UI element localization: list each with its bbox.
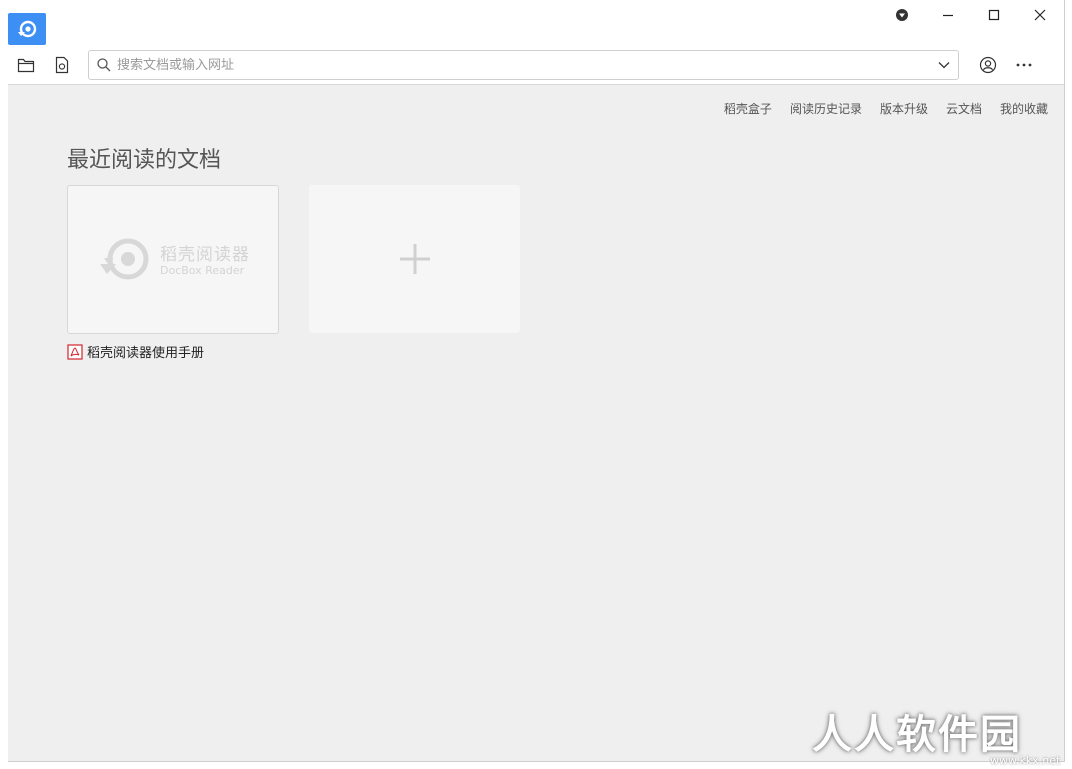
minimize-icon bbox=[943, 14, 953, 17]
app-logo-glyph bbox=[18, 20, 37, 38]
thumbnail-title-en: DocBox Reader bbox=[160, 264, 245, 277]
close-icon bbox=[1034, 9, 1046, 21]
toolbar bbox=[8, 45, 1064, 85]
plus-icon bbox=[399, 244, 430, 274]
maximize-icon bbox=[988, 9, 1000, 21]
section-title: 最近阅读的文档 bbox=[67, 148, 222, 173]
top-nav: 稻壳盒子 阅读历史记录 版本升级 云文档 我的收藏 bbox=[706, 100, 1048, 117]
account-button[interactable] bbox=[976, 53, 1000, 77]
nav-link-history[interactable]: 阅读历史记录 bbox=[790, 100, 862, 117]
open-folder-button[interactable] bbox=[14, 53, 38, 77]
nav-link-favorites[interactable]: 我的收藏 bbox=[1000, 100, 1048, 117]
doc-thumbnail: 稻壳阅读器 DocBox Reader bbox=[98, 234, 258, 286]
add-document-button[interactable] bbox=[309, 185, 520, 333]
watermark-text: 人人软件园 bbox=[812, 712, 1022, 758]
nav-link-upgrade[interactable]: 版本升级 bbox=[880, 100, 928, 117]
maximize-button[interactable] bbox=[982, 3, 1006, 27]
nav-link-docbox[interactable]: 稻壳盒子 bbox=[724, 100, 772, 117]
search-box[interactable] bbox=[88, 50, 959, 80]
close-button[interactable] bbox=[1028, 3, 1052, 27]
recent-doc-label[interactable]: 稻壳阅读器使用手册 bbox=[67, 342, 204, 361]
title-bar bbox=[8, 0, 1064, 45]
open-file-button[interactable] bbox=[50, 53, 74, 77]
search-input[interactable] bbox=[117, 55, 927, 75]
nav-link-cloud-docs[interactable]: 云文档 bbox=[946, 100, 982, 117]
docbox-logo-icon bbox=[100, 238, 149, 280]
app-logo-icon[interactable] bbox=[8, 13, 46, 45]
more-menu-button[interactable] bbox=[1012, 53, 1036, 77]
recent-doc-card[interactable]: 稻壳阅读器 DocBox Reader bbox=[67, 185, 279, 334]
account-icon bbox=[979, 56, 997, 74]
minimize-button[interactable] bbox=[936, 3, 960, 27]
file-icon bbox=[55, 56, 69, 74]
watermark-url: www.kkx.net bbox=[990, 754, 1061, 767]
recent-doc-name: 稻壳阅读器使用手册 bbox=[87, 346, 205, 361]
app-window: 稻壳盒子 阅读历史记录 版本升级 云文档 我的收藏 最近阅读的文档 稻壳阅读器 … bbox=[8, 0, 1065, 762]
folder-open-icon bbox=[17, 58, 35, 73]
chevron-down-icon[interactable] bbox=[936, 57, 952, 73]
user-dropdown-icon[interactable] bbox=[890, 3, 914, 27]
thumbnail-title-cn: 稻壳阅读器 bbox=[160, 245, 250, 265]
pdf-icon bbox=[67, 343, 83, 360]
search-icon bbox=[97, 58, 111, 72]
more-icon bbox=[1016, 63, 1032, 67]
